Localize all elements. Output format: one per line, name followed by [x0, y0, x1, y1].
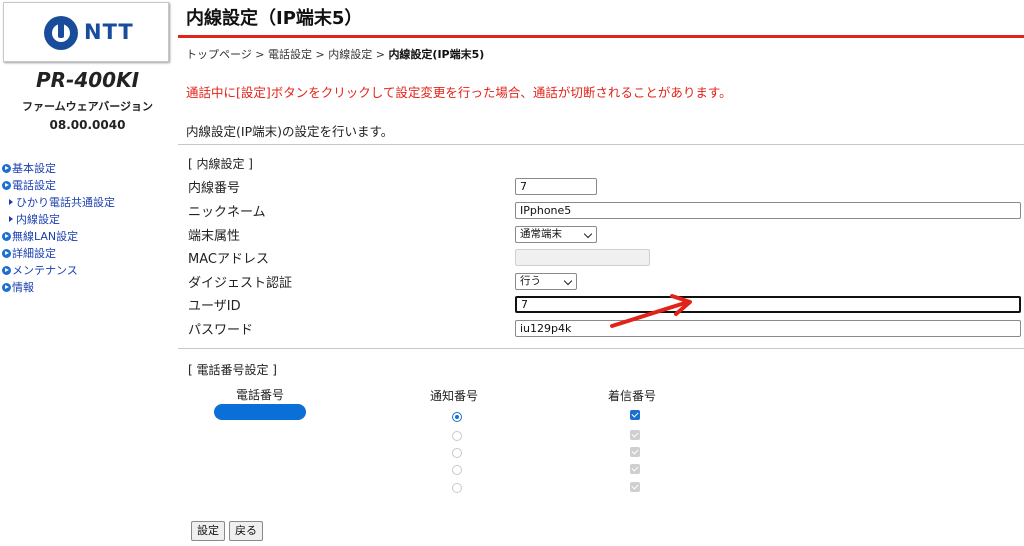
breadcrumb-extension-settings[interactable]: 内線設定	[328, 48, 372, 61]
user-id-label: ユーザID	[188, 299, 241, 314]
password-input[interactable]	[515, 320, 1021, 337]
sidebar-item-label: 基本設定	[12, 162, 56, 175]
notify-number-radio	[452, 465, 462, 475]
digest-auth-label: ダイジェスト認証	[188, 276, 293, 291]
mac-address-input	[515, 249, 650, 266]
sidebar-item-info[interactable]: 情報	[2, 279, 115, 296]
incoming-number-checkbox	[630, 464, 640, 474]
column-notify-number: 通知番号	[430, 389, 479, 403]
breadcrumb-separator: >	[315, 48, 325, 61]
title-divider	[178, 35, 1024, 38]
breadcrumb-phone-settings[interactable]: 電話設定	[268, 48, 312, 61]
extension-number-label: 内線番号	[188, 181, 241, 196]
password-label: パスワード	[188, 323, 254, 338]
notify-number-radio[interactable]	[452, 412, 462, 422]
sidebar-item-label: 詳細設定	[12, 247, 56, 260]
terminal-type-select[interactable]: 通常端末	[515, 226, 597, 243]
user-id-input[interactable]	[515, 296, 1021, 313]
mac-address-label: MACアドレス	[188, 252, 269, 267]
digest-auth-select[interactable]: 行う	[515, 273, 577, 290]
incoming-number-checkbox	[630, 482, 640, 492]
extension-number-input[interactable]	[515, 178, 597, 195]
triangle-right-icon	[9, 199, 13, 205]
page-description: 内線設定(IP端末)の設定を行います。	[186, 124, 394, 139]
sidebar-item-wireless-lan[interactable]: 無線LAN設定	[2, 228, 115, 245]
extension-section-title: [ 内線設定 ]	[188, 157, 253, 171]
sidebar-item-label: ひかり電話共通設定	[16, 196, 115, 209]
breadcrumb: トップページ > 電話設定 > 内線設定 > 内線設定(IP端末5)	[186, 46, 484, 62]
column-incoming-number: 着信番号	[608, 389, 657, 403]
nickname-input[interactable]	[515, 202, 1021, 219]
terminal-type-value: 通常端末	[520, 228, 562, 240]
incoming-number-checkbox	[630, 447, 640, 457]
sidebar-item-label: 情報	[12, 281, 34, 294]
arrow-bullet-icon	[2, 249, 11, 258]
warning-message: 通話中に[設定]ボタンをクリックして設定変更を行った場合、通話が切断されることが…	[186, 85, 732, 100]
section-divider	[178, 348, 1024, 349]
notify-number-radio	[452, 431, 462, 441]
section-divider	[178, 144, 1024, 145]
incoming-number-checkbox	[630, 430, 640, 440]
sidebar-item-advanced-settings[interactable]: 詳細設定	[2, 245, 115, 262]
sidebar-item-basic-settings[interactable]: 基本設定	[2, 160, 115, 177]
arrow-bullet-icon	[2, 283, 11, 292]
redacted-phone-number	[214, 404, 306, 420]
ntt-logo[interactable]: NTT	[3, 2, 169, 62]
breadcrumb-top-page[interactable]: トップページ	[186, 48, 252, 61]
sidebar-item-maintenance[interactable]: メンテナンス	[2, 262, 115, 279]
arrow-bullet-icon	[2, 266, 11, 275]
digest-auth-value: 行う	[520, 275, 541, 287]
model-name: PR-400KI	[35, 68, 140, 92]
sidebar-item-label: 無線LAN設定	[12, 230, 79, 243]
page-title: 内線設定（IP端末5）	[186, 8, 363, 29]
terminal-type-label: 端末属性	[188, 229, 241, 244]
sidebar-item-label: 電話設定	[12, 179, 56, 192]
breadcrumb-current: 内線設定(IP端末5)	[388, 48, 485, 61]
breadcrumb-separator: >	[255, 48, 265, 61]
arrow-bullet-icon	[2, 232, 11, 241]
breadcrumb-separator: >	[375, 48, 385, 61]
sidebar: NTT PR-400KI ファームウェアバージョン 08.00.0040 基本設…	[0, 0, 175, 546]
phone-number-section-title: [ 電話番号設定 ]	[188, 363, 277, 377]
chevron-down-icon	[583, 229, 593, 239]
triangle-right-icon	[9, 216, 13, 222]
logo-text: NTT	[84, 20, 134, 44]
save-button[interactable]: 設定	[191, 521, 225, 541]
sidebar-nav: 基本設定 電話設定 ひかり電話共通設定 内線設定 無線LAN設定 詳細設定 メン…	[2, 160, 115, 296]
red-arrow-annotation	[610, 294, 692, 328]
arrow-bullet-icon	[2, 164, 11, 173]
notify-number-radio	[452, 448, 462, 458]
firmware-label: ファームウェアバージョン	[21, 100, 153, 113]
sidebar-item-extension-settings[interactable]: 内線設定	[2, 211, 115, 228]
arrow-bullet-icon	[2, 181, 11, 190]
nickname-label: ニックネーム	[188, 205, 266, 220]
sidebar-item-phone-settings[interactable]: 電話設定	[2, 177, 115, 194]
firmware-version: 08.00.0040	[49, 118, 126, 132]
sidebar-item-hikari-common[interactable]: ひかり電話共通設定	[2, 194, 115, 211]
sidebar-item-label: 内線設定	[16, 213, 60, 226]
column-phone-number: 電話番号	[236, 388, 285, 402]
back-button[interactable]: 戻る	[229, 521, 263, 541]
ntt-logo-icon	[44, 16, 78, 50]
notify-number-radio	[452, 483, 462, 493]
main-content: 内線設定（IP端末5） トップページ > 電話設定 > 内線設定 > 内線設定(…	[178, 0, 1024, 546]
incoming-number-checkbox[interactable]	[630, 410, 640, 420]
sidebar-item-label: メンテナンス	[12, 264, 78, 277]
chevron-down-icon	[563, 276, 573, 286]
